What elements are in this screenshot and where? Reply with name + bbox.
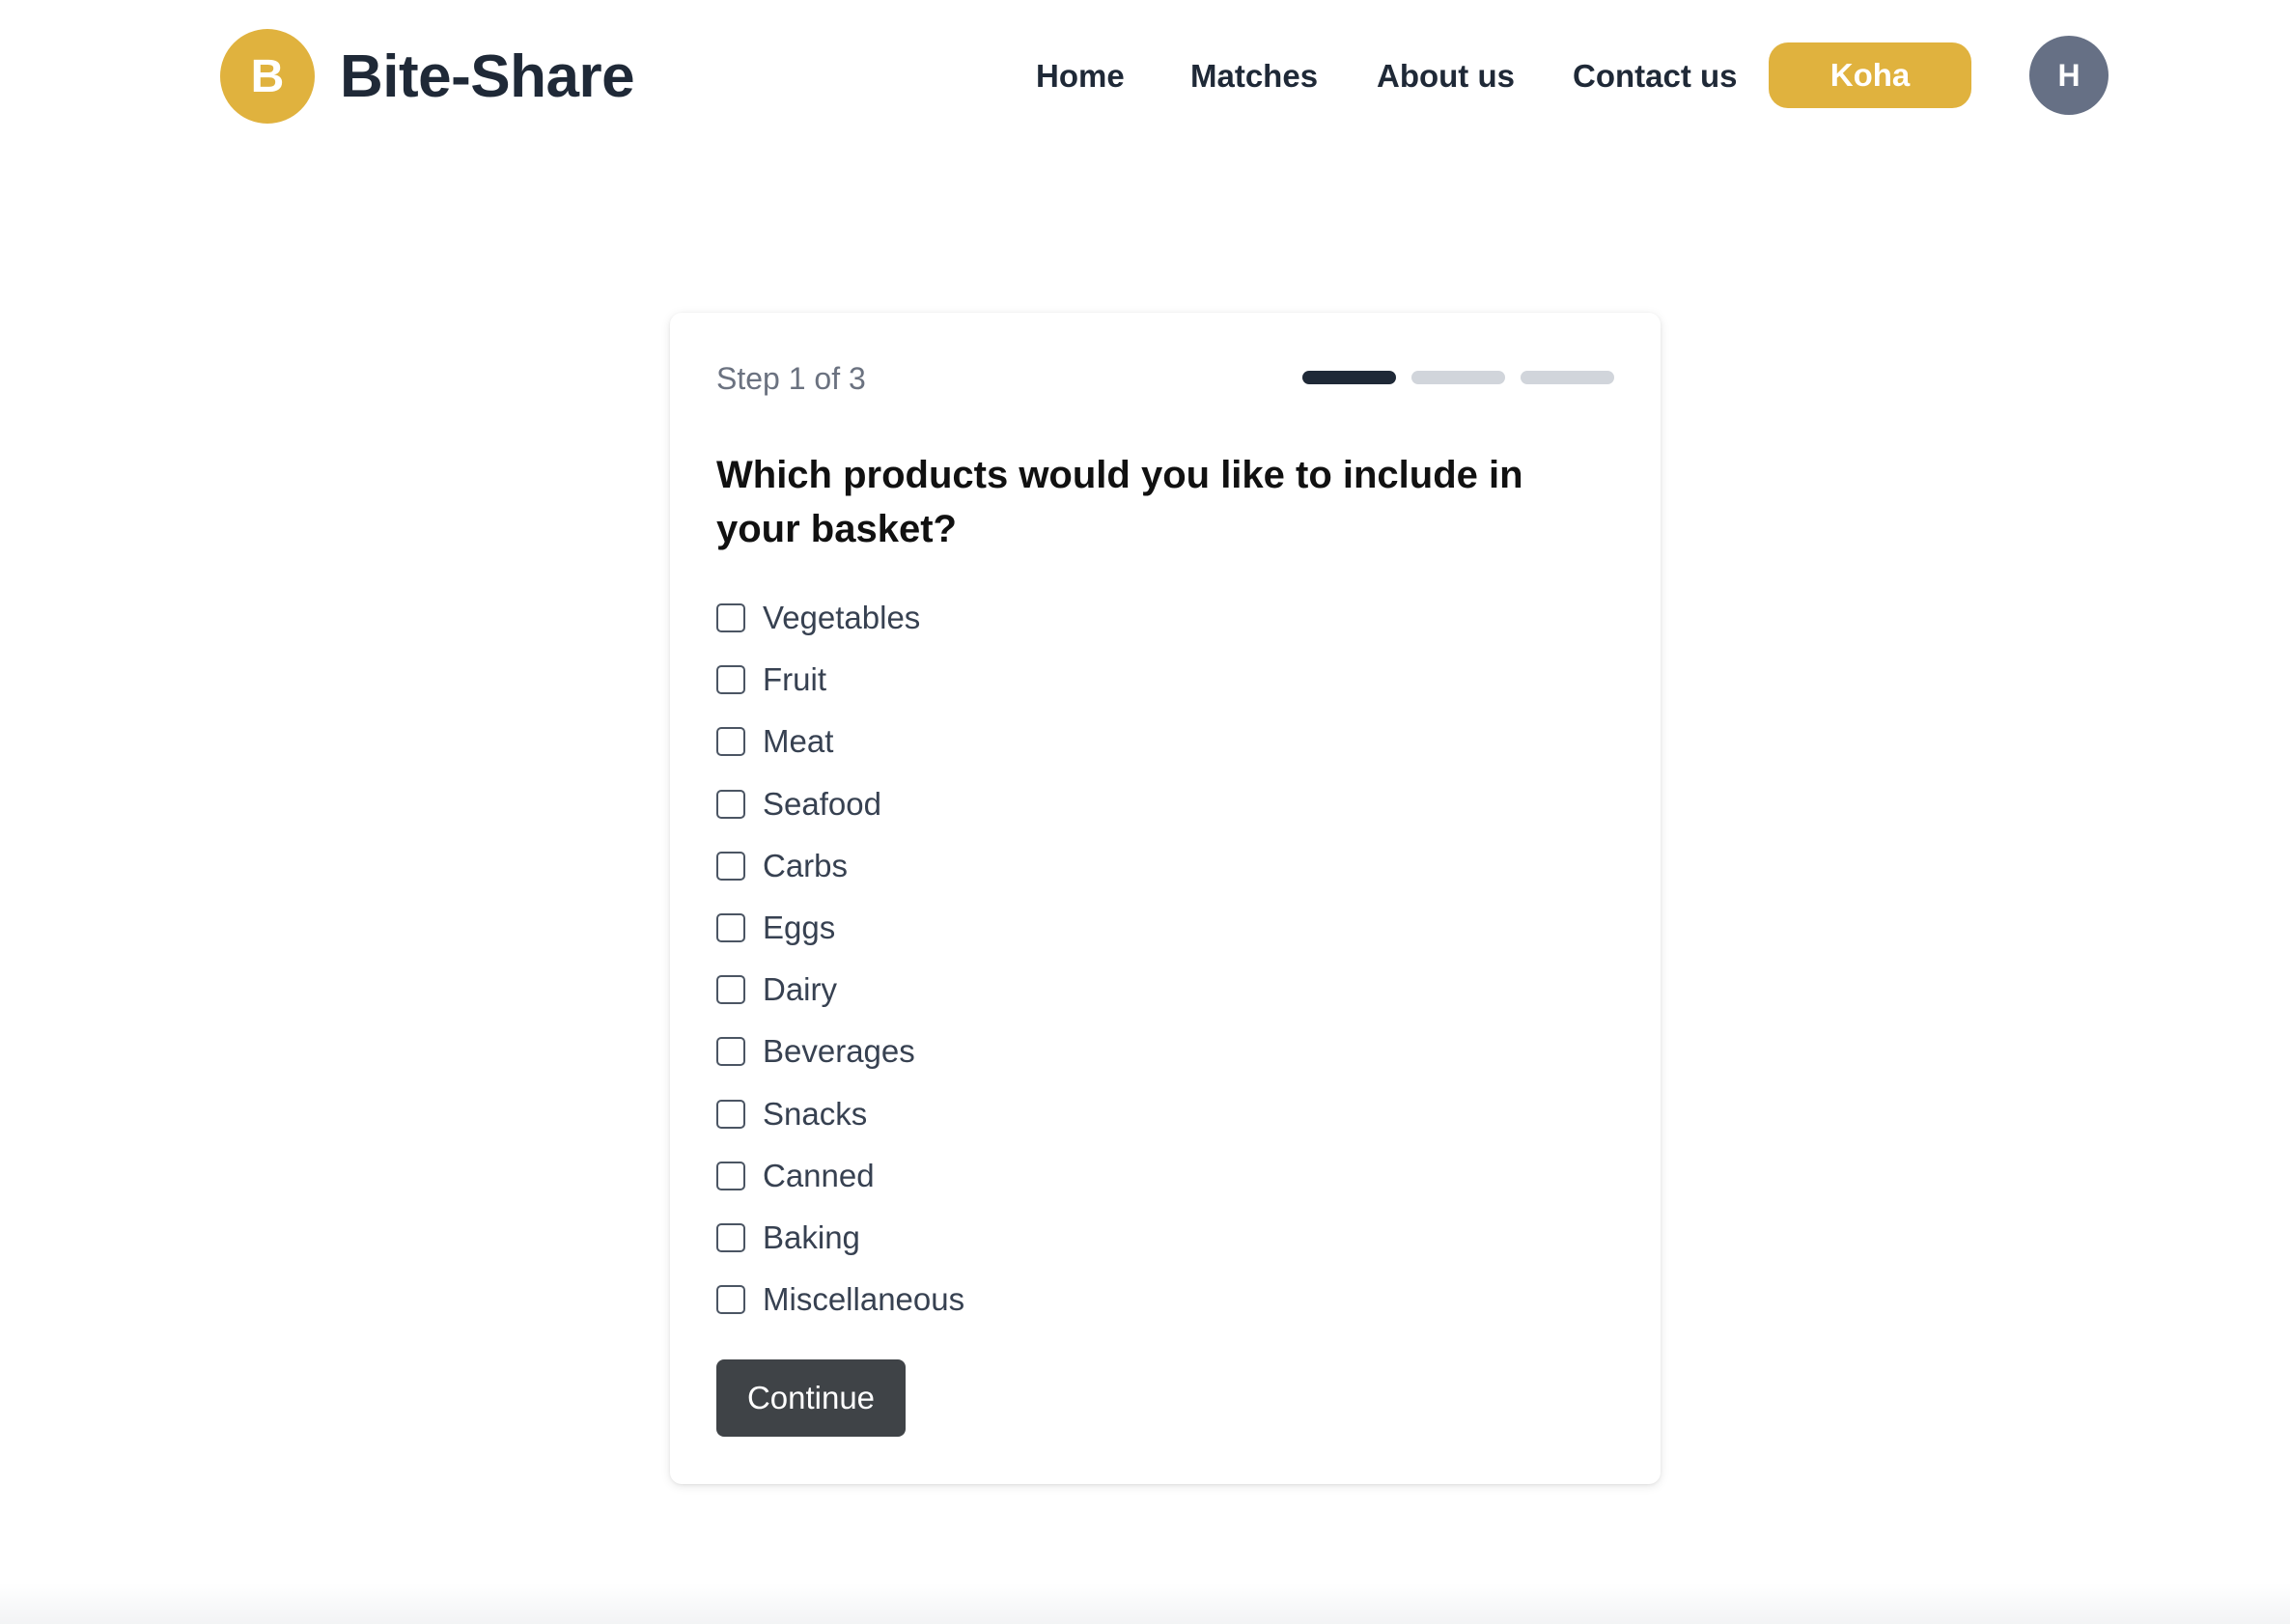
koha-button[interactable]: Koha xyxy=(1769,42,1971,108)
option-item[interactable]: Eggs xyxy=(716,897,964,959)
checkbox[interactable] xyxy=(716,1037,745,1067)
question-heading: Which products would you like to include… xyxy=(716,454,1523,550)
option-item[interactable]: Canned xyxy=(716,1145,964,1207)
nav-contact[interactable]: Contact us xyxy=(1573,58,1738,95)
brand-logo[interactable]: B Bite-Share xyxy=(220,29,635,124)
site-header: B Bite-Share Home Matches About us Conta… xyxy=(0,0,2290,154)
nav-matches[interactable]: Matches xyxy=(1190,58,1318,95)
option-label: Beverages xyxy=(763,1033,915,1070)
option-label: Canned xyxy=(763,1157,875,1193)
option-label: Vegetables xyxy=(763,600,921,636)
logo-badge: B xyxy=(220,29,315,124)
checkbox[interactable] xyxy=(716,975,745,1005)
checkbox[interactable] xyxy=(716,1099,745,1129)
option-label: Fruit xyxy=(763,661,826,698)
checkbox[interactable] xyxy=(716,789,745,819)
option-label: Baking xyxy=(763,1218,860,1255)
option-label: Seafood xyxy=(763,785,881,822)
checkbox[interactable] xyxy=(716,851,745,881)
nav-about[interactable]: About us xyxy=(1377,58,1515,95)
checkbox[interactable] xyxy=(716,913,745,943)
product-options: Vegetables Fruit Meat Seafood Carbs Eggs Dairy… xyxy=(716,587,964,1330)
option-label: Carbs xyxy=(763,847,849,883)
checkbox[interactable] xyxy=(716,1285,745,1315)
option-item[interactable]: Meat xyxy=(716,711,964,772)
progress-segment xyxy=(1411,371,1505,384)
page-bottom-shade xyxy=(0,1583,2290,1624)
option-label: Miscellaneous xyxy=(763,1281,965,1318)
step-progress xyxy=(1302,371,1630,384)
option-item[interactable]: Vegetables xyxy=(716,587,964,649)
option-item[interactable]: Beverages xyxy=(716,1021,964,1082)
step-indicator: Step 1 of 3 xyxy=(716,361,866,396)
nav-home[interactable]: Home xyxy=(1036,58,1125,95)
option-label: Meat xyxy=(763,723,834,760)
checkbox[interactable] xyxy=(716,1222,745,1252)
option-item[interactable]: Snacks xyxy=(716,1083,964,1145)
checkbox[interactable] xyxy=(716,1161,745,1190)
brand-name: Bite-Share xyxy=(340,42,635,110)
option-item[interactable]: Fruit xyxy=(716,649,964,711)
option-item[interactable]: Carbs xyxy=(716,835,964,897)
checkbox[interactable] xyxy=(716,665,745,695)
avatar[interactable]: H xyxy=(2029,36,2108,115)
progress-segment xyxy=(1521,371,1614,384)
option-label: Snacks xyxy=(763,1095,868,1132)
option-item[interactable]: Dairy xyxy=(716,959,964,1021)
checkbox[interactable] xyxy=(716,727,745,757)
checkbox[interactable] xyxy=(716,603,745,633)
option-label: Dairy xyxy=(763,971,838,1008)
option-item[interactable]: Seafood xyxy=(716,773,964,835)
option-item[interactable]: Miscellaneous xyxy=(716,1269,964,1330)
option-label: Eggs xyxy=(763,910,836,946)
option-item[interactable]: Baking xyxy=(716,1207,964,1269)
continue-button[interactable]: Continue xyxy=(716,1359,906,1437)
progress-segment xyxy=(1302,371,1396,384)
wizard-card: Step 1 of 3 Which products would you lik… xyxy=(670,313,1661,1484)
